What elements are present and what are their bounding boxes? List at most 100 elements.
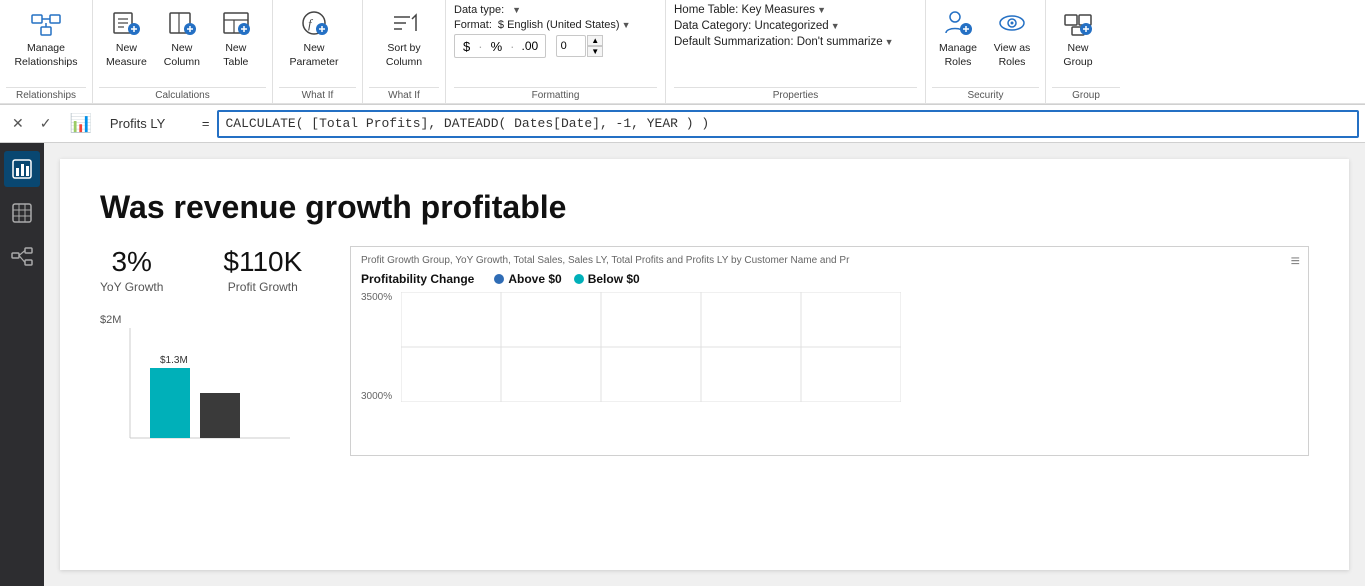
sidebar-item-model[interactable] — [4, 239, 40, 275]
new-group-label: NewGroup — [1063, 42, 1092, 69]
format-bar: $ · % · .00 — [454, 34, 546, 58]
new-parameter-icon: f — [298, 7, 330, 39]
kpi-yoy-label: YoY Growth — [100, 280, 163, 294]
ribbon-group-relationships: Manage Relationships Relationships — [0, 0, 93, 103]
relationships-group-label: Relationships — [6, 87, 86, 103]
new-measure-icon — [110, 7, 142, 39]
new-group-icon — [1062, 7, 1094, 39]
decimal-up-button[interactable]: ▲ — [587, 35, 603, 46]
sort-icon — [388, 7, 420, 39]
bar-chart-area: $2M $1.3M — [100, 314, 300, 464]
kpi-profit-growth: $110K Profit Growth — [223, 246, 302, 294]
ribbon-main: Manage Relationships Relationships — [0, 0, 1365, 104]
new-measure-button[interactable]: NewMeasure — [99, 2, 154, 72]
new-measure-label: NewMeasure — [106, 42, 147, 69]
whatif-group-label: What If — [279, 87, 356, 103]
view-as-roles-button[interactable]: View asRoles — [986, 2, 1038, 72]
ribbon-group-group: NewGroup Group — [1046, 0, 1126, 103]
main-content: Was revenue growth profitable 3% YoY Gro… — [44, 143, 1365, 586]
manage-relationships-button[interactable]: Manage Relationships — [6, 2, 86, 72]
svg-text:$1.3M: $1.3M — [160, 355, 188, 366]
calculations-group-label: Calculations — [99, 87, 266, 103]
data-category-row: Data Category: Uncategorized ▼ — [674, 20, 917, 32]
formula-bar: ✕ ✓ 📊 Profits LY = — [0, 105, 1365, 143]
data-category-dropdown[interactable]: Data Category: Uncategorized ▼ — [674, 20, 840, 32]
group-group-label: Group — [1052, 87, 1120, 103]
sort-group-label: What If — [369, 87, 439, 103]
left-sidebar — [0, 143, 44, 586]
kpi-profit-value: $110K — [223, 246, 302, 278]
new-table-label: NewTable — [223, 42, 248, 69]
sort-by-column-button[interactable]: Sort byColumn — [369, 2, 439, 72]
format-dropdown[interactable]: $ English (United States) ▼ — [498, 19, 631, 31]
right-chart-panel: ≡ Profit Growth Group, YoY Growth, Total… — [350, 246, 1309, 456]
ribbon: Manage Relationships Relationships — [0, 0, 1365, 105]
y-label-3000: 3000% — [361, 391, 397, 402]
manage-roles-button[interactable]: ManageRoles — [932, 2, 984, 72]
ribbon-group-formatting: Data type: ▼ Format: $ English (United S… — [446, 0, 666, 103]
legend-below: Below $0 — [574, 272, 640, 286]
manage-roles-icon — [942, 7, 974, 39]
view-as-roles-label: View asRoles — [994, 42, 1031, 69]
new-column-button[interactable]: NewColumn — [156, 2, 208, 72]
new-parameter-button[interactable]: f NewParameter — [279, 2, 349, 72]
default-summ-row: Default Summarization: Don't summarize ▼ — [674, 36, 917, 48]
sidebar-item-report[interactable] — [4, 151, 40, 187]
format-label: Format: — [454, 19, 492, 31]
format-symbols-row: $ · % · .00 0 ▲ ▼ — [454, 34, 657, 58]
default-summ-dropdown[interactable]: Default Summarization: Don't summarize ▼ — [674, 36, 894, 48]
format-row: Format: $ English (United States) ▼ — [454, 19, 657, 31]
new-group-button[interactable]: NewGroup — [1052, 2, 1104, 72]
right-chart-svg — [401, 292, 901, 402]
svg-text:f: f — [308, 16, 314, 31]
kpi-row: 3% YoY Growth $110K Profit Growth — [100, 246, 320, 294]
percent-button[interactable]: % — [487, 39, 507, 54]
datatype-row: Data type: ▼ — [454, 4, 657, 16]
home-table-dropdown[interactable]: Home Table: Key Measures ▼ — [674, 4, 826, 16]
kpi-yoy-value: 3% — [111, 246, 151, 278]
profitability-label: Profitability Change — [361, 272, 474, 286]
new-table-icon — [220, 7, 252, 39]
formula-input[interactable] — [217, 110, 1359, 138]
formula-chart-icon: 📊 — [69, 113, 91, 134]
page-canvas: Was revenue growth profitable 3% YoY Gro… — [60, 159, 1349, 570]
datatype-dropdown[interactable]: ▼ — [510, 5, 521, 15]
confirm-button[interactable]: ✓ — [34, 112, 58, 135]
legend-above-dot — [494, 274, 504, 284]
new-column-label: NewColumn — [164, 42, 200, 69]
ribbon-group-security: ManageRoles View asRoles Security — [926, 0, 1046, 103]
ribbon-group-calculations: NewMeasure NewColumn — [93, 0, 273, 103]
legend-row: Profitability Change Above $0 Below $0 — [361, 272, 1298, 286]
manage-roles-label: ManageRoles — [939, 42, 977, 69]
bar-chart-svg: $1.3M — [100, 328, 300, 468]
decimal-button[interactable]: .00 — [518, 39, 541, 53]
sort-by-column-label: Sort byColumn — [386, 42, 422, 69]
ribbon-group-properties: Home Table: Key Measures ▼ Data Category… — [666, 0, 926, 103]
legend-above: Above $0 — [494, 272, 561, 286]
bar-chart-y-label: $2M — [100, 314, 121, 326]
legend-below-dot — [574, 274, 584, 284]
view-as-roles-icon — [996, 7, 1028, 39]
properties-group-label: Properties — [674, 87, 917, 103]
home-table-row: Home Table: Key Measures ▼ — [674, 4, 917, 16]
panel-handle[interactable]: ≡ — [1291, 253, 1300, 271]
cancel-button[interactable]: ✕ — [6, 112, 30, 135]
kpi-yoy-growth: 3% YoY Growth — [100, 246, 163, 294]
currency-button[interactable]: $ — [459, 34, 474, 58]
page-title: Was revenue growth profitable — [100, 189, 1309, 226]
decimal-places-input[interactable]: 0 — [556, 35, 586, 57]
datatype-label: Data type: — [454, 4, 504, 16]
formatting-group-label: Formatting — [454, 87, 657, 103]
formula-equals: = — [198, 116, 214, 131]
chart-panel-title: Profit Growth Group, YoY Growth, Total S… — [361, 255, 1298, 266]
formula-measure-name: Profits LY — [104, 116, 194, 131]
y-label-3500: 3500% — [361, 292, 397, 303]
manage-relationships-icon — [30, 7, 62, 39]
new-column-icon — [166, 7, 198, 39]
kpi-profit-label: Profit Growth — [228, 280, 298, 294]
new-parameter-label: NewParameter — [289, 42, 338, 69]
security-group-label: Security — [932, 87, 1039, 103]
new-table-button[interactable]: NewTable — [210, 2, 262, 72]
sidebar-item-data[interactable] — [4, 195, 40, 231]
decimal-down-button[interactable]: ▼ — [587, 46, 603, 57]
